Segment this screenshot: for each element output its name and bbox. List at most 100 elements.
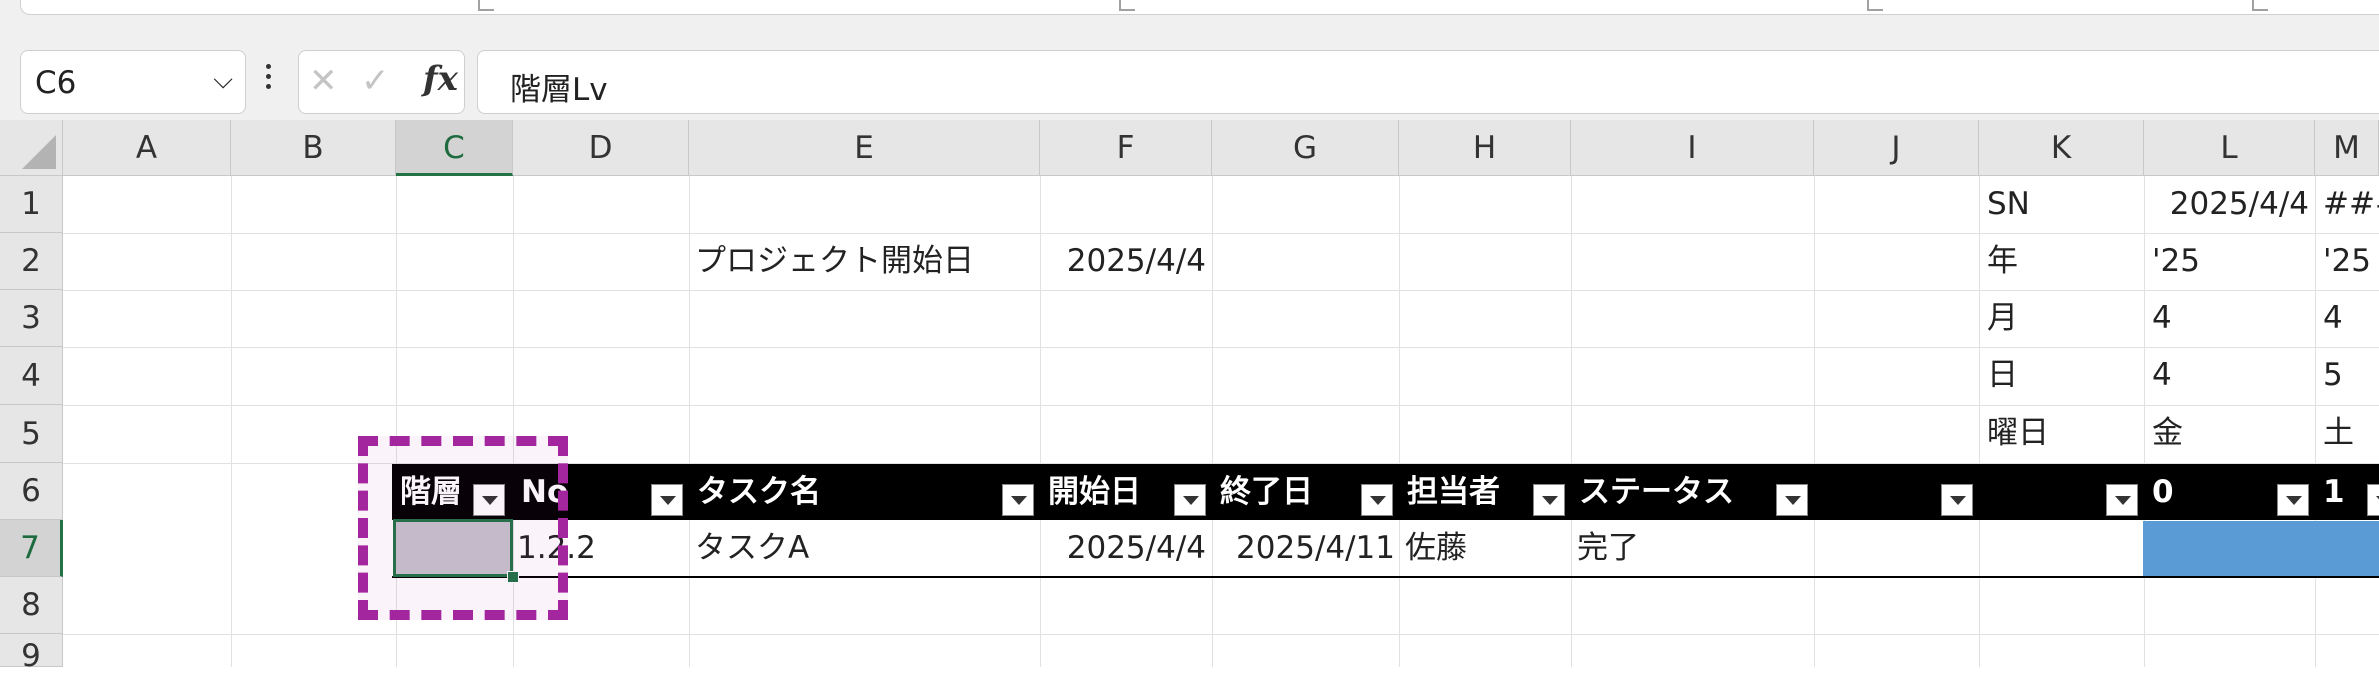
gridline	[63, 634, 2379, 635]
ribbon-panel	[20, 0, 2379, 15]
gridline	[1399, 176, 1400, 667]
table-header-blank-1[interactable]	[1814, 464, 1979, 520]
header-label: ステータス	[1579, 474, 1734, 510]
table-header-start[interactable]: 開始日	[1040, 464, 1212, 520]
row-header-8[interactable]: 8	[0, 577, 63, 634]
cell-status[interactable]: 完了	[1571, 520, 1814, 576]
cell-l1[interactable]: 2025/4/4	[2144, 176, 2315, 233]
dropdown-marker	[478, 0, 494, 11]
select-all-button[interactable]	[0, 120, 63, 176]
cell-m2[interactable]: '25	[2315, 233, 2379, 290]
header-label: 開始日	[1048, 474, 1141, 510]
header-label: 1	[2323, 474, 2345, 510]
cell-owner[interactable]: 佐藤	[1399, 520, 1571, 576]
header-label: 終了日	[1220, 474, 1313, 510]
row-header-9[interactable]: 9	[0, 634, 63, 674]
column-header-l[interactable]: L	[2144, 120, 2315, 176]
dropdown-marker	[1119, 0, 1135, 11]
gridline	[1814, 176, 1815, 667]
column-header-h[interactable]: H	[1399, 120, 1571, 176]
cell-start[interactable]: 2025/4/4	[1040, 520, 1212, 576]
cell-e2[interactable]: プロジェクト開始日	[689, 233, 1040, 290]
cell-l5[interactable]: 金	[2144, 405, 2315, 463]
name-box[interactable]: C6 ⌵	[20, 50, 246, 114]
filter-dropdown-icon[interactable]	[1361, 484, 1393, 516]
filter-dropdown-icon[interactable]	[651, 484, 683, 516]
filter-dropdown-icon[interactable]	[1002, 484, 1034, 516]
cell-task[interactable]: タスクA	[689, 520, 1040, 576]
header-label: 担当者	[1407, 474, 1500, 510]
row-header-5[interactable]: 5	[0, 405, 63, 463]
gridline	[1212, 176, 1213, 667]
table-header-day-0[interactable]: 0	[2144, 464, 2315, 520]
filter-dropdown-icon[interactable]	[1941, 484, 1973, 516]
row-header-4[interactable]: 4	[0, 347, 63, 405]
column-header-g[interactable]: G	[1212, 120, 1399, 176]
enter-icon[interactable]: ✓	[361, 61, 390, 101]
cell-end[interactable]: 2025/4/11	[1212, 520, 1399, 576]
cell-l4[interactable]: 4	[2144, 347, 2315, 405]
table-header-status[interactable]: ステータス	[1571, 464, 1814, 520]
row-header-7[interactable]: 7	[0, 520, 63, 577]
cell-k2[interactable]: 年	[1979, 233, 2144, 290]
more-vertical-icon[interactable]	[266, 64, 272, 94]
row-header-3[interactable]: 3	[0, 290, 63, 347]
column-header-b[interactable]: B	[231, 120, 396, 176]
table-header-task[interactable]: タスク名	[689, 464, 1040, 520]
formula-bar-area: C6 ⌵ ✕ ✓ fx 階層Lv	[0, 16, 2379, 120]
filter-dropdown-icon[interactable]	[1776, 484, 1808, 516]
table-header-row: 階層 No タスク名 開始日 終了日 担当者 ステータス 0 1	[392, 464, 2379, 520]
cell-k5[interactable]: 曜日	[1979, 405, 2144, 463]
row-header-1[interactable]: 1	[0, 176, 63, 233]
table-header-blank-2[interactable]	[1979, 464, 2144, 520]
filter-dropdown-icon[interactable]	[1533, 484, 1565, 516]
header-label: 0	[2152, 474, 2174, 510]
formula-text: 階層Lv	[510, 72, 608, 108]
cell-m1[interactable]: ###	[2315, 176, 2379, 233]
cell-l3[interactable]: 4	[2144, 290, 2315, 347]
cell-k4[interactable]: 日	[1979, 347, 2144, 405]
formula-input[interactable]: 階層Lv	[477, 50, 2379, 114]
cell-k1[interactable]: SN	[1979, 176, 2144, 233]
cell-l2[interactable]: '25	[2144, 233, 2315, 290]
cell-m4[interactable]: 5	[2315, 347, 2379, 405]
column-header-a[interactable]: A	[63, 120, 231, 176]
cell-m3[interactable]: 4	[2315, 290, 2379, 347]
gridline	[1571, 176, 1572, 667]
name-box-value: C6	[35, 65, 77, 101]
row-header-6[interactable]: 6	[0, 463, 63, 520]
cell-m5[interactable]: 土	[2315, 405, 2379, 463]
column-header-f[interactable]: F	[1040, 120, 1212, 176]
filter-dropdown-icon[interactable]	[1174, 484, 1206, 516]
insert-function-icon[interactable]: fx	[423, 59, 458, 99]
formula-buttons: ✕ ✓ fx	[298, 50, 465, 114]
cancel-icon[interactable]: ✕	[309, 61, 338, 101]
column-header-j[interactable]: J	[1814, 120, 1979, 176]
header-label: タスク名	[697, 474, 821, 510]
highlight-annotation	[358, 436, 568, 620]
filter-dropdown-icon[interactable]	[2367, 484, 2379, 516]
table-header-end[interactable]: 終了日	[1212, 464, 1399, 520]
dropdown-marker	[2252, 0, 2268, 11]
cell-f2[interactable]: 2025/4/4	[1040, 233, 1212, 290]
row-header-2[interactable]: 2	[0, 233, 63, 290]
table-bottom-border	[392, 576, 2379, 578]
column-header-i[interactable]: I	[1571, 120, 1814, 176]
column-header-k[interactable]: K	[1979, 120, 2144, 176]
table-header-day-1[interactable]: 1	[2315, 464, 2379, 520]
filter-dropdown-icon[interactable]	[2106, 484, 2138, 516]
select-all-triangle-icon	[22, 135, 56, 169]
ribbon-edge	[0, 0, 2379, 16]
gridline	[231, 176, 232, 667]
filter-dropdown-icon[interactable]	[2277, 484, 2309, 516]
column-header-d[interactable]: D	[513, 120, 689, 176]
chevron-down-icon[interactable]: ⌵	[213, 65, 233, 96]
dropdown-marker	[1867, 0, 1883, 11]
column-header-c[interactable]: C	[396, 120, 513, 176]
table-header-owner[interactable]: 担当者	[1399, 464, 1571, 520]
worksheet-grid[interactable]: A B C D E F G H I J K L M 1 2 3 4 5 6 7 …	[0, 120, 2379, 674]
column-header-e[interactable]: E	[689, 120, 1040, 176]
cell-k3[interactable]: 月	[1979, 290, 2144, 347]
gantt-bar	[2143, 521, 2379, 576]
column-header-m[interactable]: M	[2315, 120, 2379, 176]
